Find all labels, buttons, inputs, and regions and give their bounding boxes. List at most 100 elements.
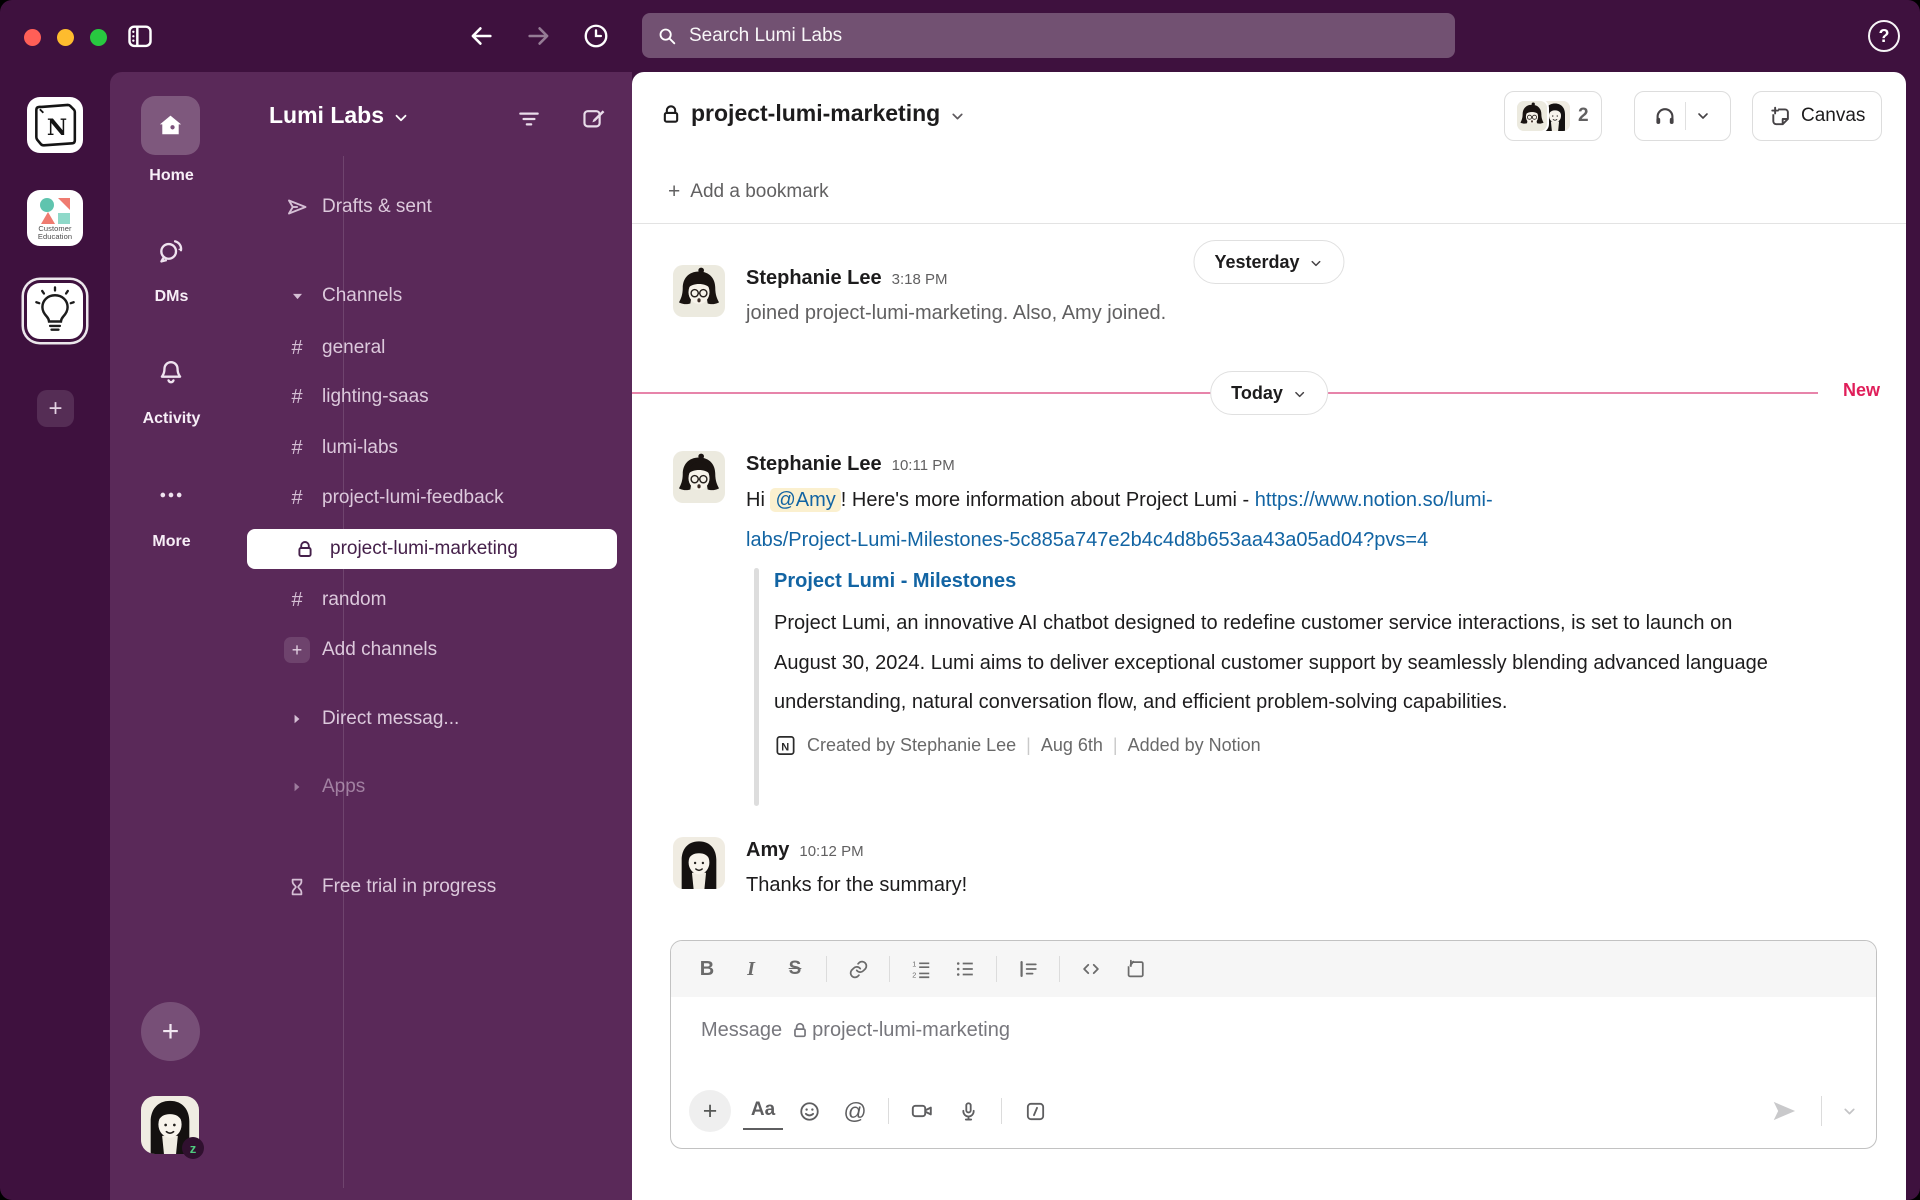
- card-created-by: Created by Stephanie Lee: [807, 735, 1016, 756]
- sidebar-item-channel-general[interactable]: # general: [239, 328, 622, 368]
- card-date: Aug 6th: [1041, 735, 1103, 756]
- audio-clip-button[interactable]: [948, 1092, 988, 1130]
- bullet-list-button[interactable]: [945, 952, 985, 986]
- card-description: Project Lumi, an innovative AI chatbot d…: [774, 604, 1769, 723]
- search-bar[interactable]: [642, 13, 1455, 58]
- message-composer[interactable]: B I S Message project-lumi-marketing: [670, 940, 1877, 1149]
- code-block-button[interactable]: [1115, 952, 1155, 986]
- send-options-chevron[interactable]: [1841, 1103, 1858, 1120]
- nav-activity-button[interactable]: [157, 358, 185, 386]
- sidebar-section-direct-messages[interactable]: Direct messag...: [239, 699, 622, 739]
- code-button[interactable]: [1071, 952, 1111, 986]
- ordered-list-button[interactable]: [901, 952, 941, 986]
- plus-glyph: +: [162, 1015, 180, 1049]
- date-divider-today[interactable]: Today: [1210, 371, 1328, 415]
- attach-plus-button[interactable]: +: [689, 1090, 731, 1132]
- emoji-button[interactable]: [789, 1092, 829, 1130]
- sidebar-item-channel-project-lumi-feedback[interactable]: # project-lumi-feedback: [239, 478, 622, 518]
- chevron-down-icon[interactable]: [1686, 108, 1720, 124]
- canvas-button[interactable]: Canvas: [1752, 91, 1882, 141]
- mention-button[interactable]: @: [835, 1092, 875, 1130]
- nav-dms-button[interactable]: [157, 236, 185, 264]
- huddle-button[interactable]: [1634, 91, 1731, 141]
- message-timestamp[interactable]: 10:12 PM: [799, 839, 863, 865]
- sidebar-item-channel-project-lumi-marketing-selected[interactable]: project-lumi-marketing: [247, 529, 617, 569]
- search-input[interactable]: [689, 25, 1441, 47]
- sidebar-item-channel-lumi-labs[interactable]: # lumi-labs: [239, 428, 622, 468]
- sidebar-item-add-channels[interactable]: + Add channels: [239, 630, 622, 670]
- channel-title-button[interactable]: project-lumi-marketing: [660, 100, 966, 127]
- workspace-lumi-labs-active[interactable]: [27, 283, 83, 339]
- add-workspace-button[interactable]: +: [37, 390, 74, 427]
- toolbar-divider: [1059, 956, 1060, 982]
- zoom-window-button[interactable]: [90, 29, 107, 46]
- avatar-stephanie[interactable]: [673, 265, 725, 317]
- workspace-switcher[interactable]: Lumi Labs: [269, 102, 410, 129]
- composer-divider: [1001, 1098, 1002, 1124]
- user-avatar[interactable]: z: [141, 1096, 199, 1154]
- message-sender[interactable]: Stephanie Lee: [746, 265, 882, 291]
- notion-link-line2[interactable]: labs/Project-Lumi-Milestones-5c885a747e2…: [746, 529, 1428, 551]
- help-button[interactable]: ?: [1868, 20, 1900, 52]
- link-button[interactable]: [838, 952, 878, 986]
- sidebar-section-channels[interactable]: Channels: [239, 276, 622, 316]
- canvas-icon: [1769, 105, 1792, 128]
- hash-icon: #: [284, 589, 310, 612]
- sidebar-section-apps[interactable]: Apps: [239, 767, 622, 807]
- member-count: 2: [1578, 105, 1589, 127]
- card-title-link[interactable]: Project Lumi - Milestones: [774, 566, 1846, 596]
- hash-icon: #: [284, 337, 310, 360]
- status-badge: z: [182, 1137, 204, 1159]
- compose-icon[interactable]: [581, 106, 607, 132]
- nav-dms-label[interactable]: DMs: [110, 288, 233, 306]
- bold-button[interactable]: B: [687, 952, 727, 986]
- nav-more-button[interactable]: [157, 481, 185, 509]
- send-button[interactable]: [1764, 1092, 1804, 1130]
- nav-home-label[interactable]: Home: [110, 167, 233, 185]
- nav-activity-label[interactable]: Activity: [110, 410, 233, 428]
- nav-more-label[interactable]: More: [110, 533, 233, 551]
- workspace-customer-education[interactable]: Customer Education: [27, 190, 83, 246]
- sidebar-item-channel-random[interactable]: # random: [239, 580, 622, 620]
- message-input[interactable]: Message project-lumi-marketing: [671, 997, 1876, 1063]
- message-timestamp[interactable]: 3:18 PM: [892, 267, 948, 293]
- lock-icon: [292, 539, 318, 559]
- composer-divider: [888, 1098, 889, 1124]
- video-clip-button[interactable]: [902, 1092, 942, 1130]
- avatar-stephanie[interactable]: [673, 451, 725, 503]
- message-sender[interactable]: Amy: [746, 837, 789, 863]
- sidebar-toggle-icon[interactable]: [126, 22, 154, 50]
- create-new-button[interactable]: +: [141, 1002, 200, 1061]
- card-added-by: Added by Notion: [1128, 735, 1261, 756]
- italic-button[interactable]: I: [731, 952, 771, 986]
- add-bookmark-button[interactable]: + Add a bookmark: [632, 160, 1906, 224]
- history-back-button[interactable]: [467, 22, 495, 50]
- date-divider-yesterday[interactable]: Yesterday: [1193, 240, 1344, 284]
- workspace-notion[interactable]: [27, 97, 83, 153]
- minimize-window-button[interactable]: [57, 29, 74, 46]
- filter-icon[interactable]: [516, 106, 542, 132]
- sidebar-item-drafts-sent[interactable]: Drafts & sent: [239, 187, 622, 227]
- mention-amy[interactable]: @Amy: [770, 488, 840, 512]
- nav-home-button[interactable]: [141, 96, 200, 155]
- history-icon[interactable]: [582, 22, 610, 50]
- message-sender[interactable]: Stephanie Lee: [746, 451, 882, 477]
- search-icon: [656, 25, 678, 47]
- plus-glyph: +: [48, 395, 62, 423]
- sidebar-item-free-trial[interactable]: Free trial in progress: [239, 867, 622, 907]
- channel-members-button[interactable]: 2: [1504, 91, 1602, 141]
- text-format-toggle[interactable]: Aa: [743, 1092, 783, 1130]
- lock-icon: [791, 1021, 809, 1039]
- close-window-button[interactable]: [24, 29, 41, 46]
- shortcuts-button[interactable]: [1015, 1092, 1055, 1130]
- blockquote-button[interactable]: [1008, 952, 1048, 986]
- headphones-icon: [1645, 104, 1685, 128]
- sidebar-item-channel-lighting-saas[interactable]: # lighting-saas: [239, 377, 622, 417]
- main-content: project-lumi-marketing 2 Canvas: [632, 72, 1906, 1200]
- notion-icon: [774, 734, 797, 757]
- notion-link-line1[interactable]: https://www.notion.so/lumi-: [1255, 489, 1493, 511]
- history-forward-button[interactable]: [525, 22, 553, 50]
- avatar-amy[interactable]: [673, 837, 725, 889]
- strikethrough-button[interactable]: S: [775, 952, 815, 986]
- message-timestamp[interactable]: 10:11 PM: [892, 453, 955, 479]
